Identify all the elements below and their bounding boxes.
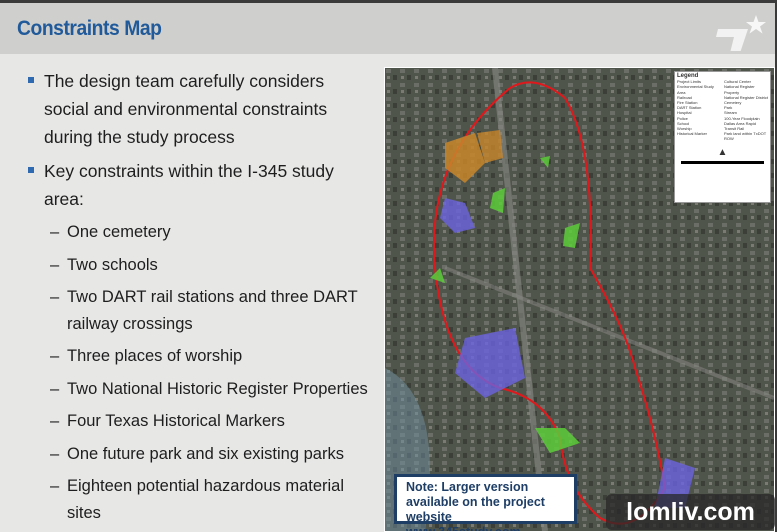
bullet-square-icon xyxy=(28,167,34,173)
north-arrow-icon: ▲ xyxy=(717,146,728,158)
map-note: Note: Larger version available on the pr… xyxy=(394,474,577,531)
bullets-0-text_lines-0: The design team carefully considers xyxy=(44,71,325,91)
slide-header: Constraints Map xyxy=(0,3,775,54)
constraints-map: Legend Project Limits Environmental Study… xyxy=(384,67,775,532)
txdot-star-logo-icon xyxy=(716,15,766,51)
map-legend_left-9: Historical Marker xyxy=(677,131,708,137)
map-legend: Legend Project Limits Environmental Study… xyxy=(674,71,771,203)
bullets-0-text_lines-2: during the study process xyxy=(44,127,235,147)
bullet-square-icon xyxy=(28,77,34,83)
bullets-1-subitems-4-0: Two National Historic Register Propertie… xyxy=(67,380,368,398)
map-legend_right-7: Dallas Area Rapid Transit Rail xyxy=(724,120,757,132)
map-legend_right-1: National Register Property xyxy=(724,84,755,95)
map-note_lines-2: website www.345study.com xyxy=(406,510,521,532)
bullets-1-subitems-7-0: Eighteen potential hazardous material xyxy=(67,477,345,495)
bullets-1-subitems-2-0: Two DART rail stations and three DART xyxy=(67,288,358,306)
bullets-1-text_lines-0: Key constraints within the I-345 study xyxy=(44,161,334,181)
map-legend_right-8: Park land within TxDOT ROW xyxy=(724,131,767,142)
bullets-1-subitems-3-0: Three places of worship xyxy=(67,347,243,365)
map-note_lines-0: Note: Larger version xyxy=(406,480,529,494)
bullets-0-text_lines-1: social and environmental constraints xyxy=(44,99,328,119)
bullets-1-subitems-5-0: Four Texas Historical Markers xyxy=(67,412,285,430)
bullets-1-subitems-1-0: Two schools xyxy=(67,256,158,274)
bullets-1-subitems-7-1: sites xyxy=(67,504,101,522)
bullets-1-subitems-6-0: One future park and six existing parks xyxy=(67,445,344,463)
page-title: Constraints Map xyxy=(17,17,162,40)
map-legend_left-1: Environmental Study Area xyxy=(677,84,714,95)
scale-bar xyxy=(681,160,764,164)
watermark: lomliv.com xyxy=(606,494,775,530)
bullets-1-subitems-0-0: One cemetery xyxy=(67,223,171,241)
bullets-1-text_lines-1: area: xyxy=(44,189,84,209)
map-note_lines-1: available on the project xyxy=(406,495,545,509)
slide: Constraints Map The design team carefull… xyxy=(0,3,775,532)
bullets-1-subitems-2-1: railway crossings xyxy=(67,315,193,333)
